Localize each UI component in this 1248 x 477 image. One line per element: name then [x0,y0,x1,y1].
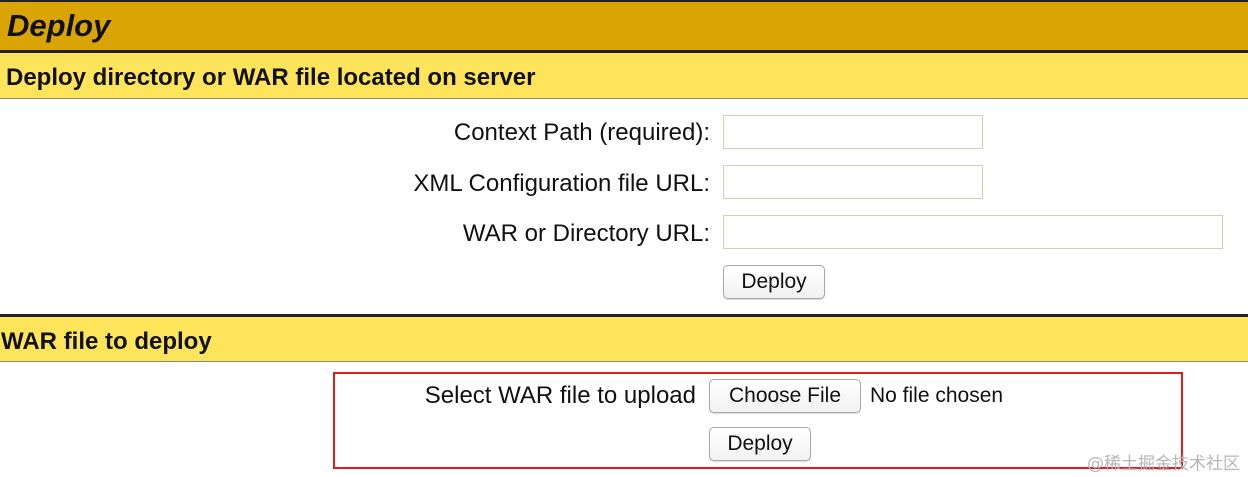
server-deploy-section-header: Deploy directory or WAR file located on … [0,50,1248,98]
page-title: Deploy [7,8,111,43]
xml-config-url-input[interactable] [723,165,983,199]
watermark: @稀土掘金技术社区 [1087,454,1240,474]
server-deploy-section-title: Deploy directory or WAR file located on … [6,64,536,91]
title-bar: Deploy [0,0,1248,50]
server-deploy-button[interactable]: Deploy [723,265,825,299]
context-path-label: Context Path (required): [453,119,710,146]
context-path-input[interactable] [723,115,983,149]
war-upload-section-header: WAR file to deploy [0,314,1248,361]
section-divider [0,361,1248,362]
highlight-annotation-box [333,372,1183,469]
war-directory-url-label: WAR or Directory URL: [462,220,710,247]
section-divider [0,98,1248,99]
war-upload-section-title: WAR file to deploy [1,328,212,355]
war-directory-url-input[interactable] [723,215,1223,249]
xml-config-url-label: XML Configuration file URL: [413,170,710,197]
